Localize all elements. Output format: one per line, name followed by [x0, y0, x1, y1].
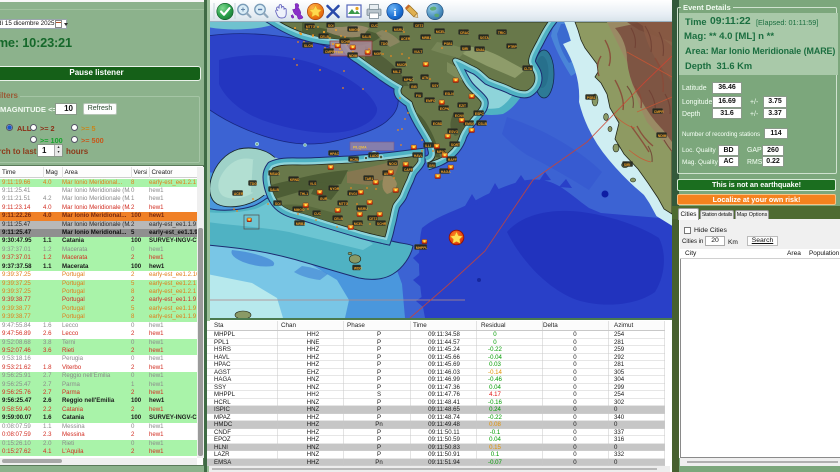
svg-text:MUCR: MUCR	[397, 63, 408, 67]
svg-text:HPAC: HPAC	[330, 152, 340, 156]
svg-text:CLTA: CLTA	[524, 67, 533, 71]
svg-text:NOCI: NOCI	[389, 162, 397, 166]
svg-text:TRIC: TRIC	[498, 31, 506, 35]
svg-text:i: i	[393, 7, 396, 19]
svg-text:EZIT: EZIT	[459, 104, 466, 108]
svg-text:EMFO: EMFO	[426, 99, 436, 103]
svg-text:CAFE: CAFE	[404, 168, 414, 172]
svg-text:ESLN: ESLN	[445, 92, 454, 96]
svg-text:ACER: ACER	[234, 192, 244, 196]
svg-text:SIRI: SIRI	[462, 47, 468, 51]
svg-text:TAR1: TAR1	[365, 177, 374, 181]
svg-text:CRAC: CRAC	[460, 31, 470, 35]
svg-text:LADO: LADO	[370, 154, 380, 158]
svg-text:CELB: CELB	[320, 35, 330, 39]
svg-text:HAGA: HAGA	[441, 170, 451, 174]
svg-text:MMGO: MMGO	[294, 208, 305, 212]
svg-text:SNAL: SNAL	[476, 48, 485, 52]
svg-text:MPNC: MPNC	[404, 78, 414, 82]
svg-text:CSLB: CSLB	[478, 122, 488, 126]
svg-text:ECPN: ECPN	[440, 107, 450, 111]
svg-text:ECNV: ECNV	[455, 114, 465, 118]
svg-text:SALB: SALB	[270, 188, 280, 192]
svg-text:CET2: CET2	[415, 24, 424, 28]
svg-text:CMPR: CMPR	[325, 50, 335, 54]
svg-text:TDG: TDG	[250, 182, 257, 186]
svg-text:TDG: TDG	[381, 42, 388, 46]
svg-text:MMGO: MMGO	[349, 28, 360, 32]
svg-text:ILLI: ILLI	[425, 144, 431, 148]
svg-text:SCHR: SCHR	[341, 40, 351, 44]
svg-text:RAFF: RAFF	[448, 158, 457, 162]
svg-text:MSAG: MSAG	[270, 172, 280, 176]
svg-text:THL1: THL1	[300, 192, 308, 196]
svg-text:SOI: SOI	[328, 24, 334, 28]
svg-text:SORT: SORT	[451, 143, 460, 147]
svg-text:NDIM: NDIM	[658, 134, 667, 138]
svg-text:MRB1: MRB1	[296, 222, 306, 226]
svg-text:CUC: CUC	[314, 212, 322, 216]
svg-text:ATN: ATN	[422, 76, 429, 80]
svg-text:ECBD: ECBD	[433, 122, 443, 126]
svg-text:SGTA: SGTA	[480, 36, 490, 40]
svg-text:NYDR: NYDR	[330, 187, 340, 191]
svg-text:FIU: FIU	[416, 94, 422, 98]
svg-text:CELB: CELB	[334, 217, 344, 221]
svg-text:EVGI: EVGI	[349, 192, 357, 196]
svg-text:MHPPL: MHPPL	[416, 246, 428, 250]
svg-text:WDD: WDD	[354, 266, 362, 270]
svg-text:ESVO: ESVO	[449, 130, 459, 134]
svg-text:PILQMA: PILQMA	[353, 146, 367, 150]
svg-text:GRI: GRI	[429, 164, 435, 168]
svg-text:MTTG: MTTG	[306, 25, 316, 29]
svg-text:VULT: VULT	[414, 50, 422, 54]
svg-text:SALB: SALB	[362, 35, 372, 39]
svg-text:KRND: KRND	[290, 178, 300, 182]
svg-text:MTTG: MTTG	[339, 202, 349, 206]
svg-text:GIB: GIB	[411, 85, 417, 89]
svg-text:NDIM: NDIM	[349, 54, 358, 58]
svg-text:EMSG: EMSG	[465, 122, 475, 126]
svg-text:SOI: SOI	[275, 202, 281, 206]
svg-text:MILZ: MILZ	[393, 70, 401, 74]
svg-text:SCHR: SCHR	[377, 222, 387, 226]
svg-text:CUC: CUC	[371, 24, 379, 28]
svg-text:GUR: GUR	[320, 197, 328, 201]
svg-text:CMPR: CMPR	[654, 110, 664, 114]
svg-text:ACER: ACER	[401, 37, 411, 41]
svg-text:HAVL: HAVL	[414, 154, 423, 158]
svg-text:VLS: VLS	[310, 182, 317, 186]
svg-text:PSB1: PSB1	[587, 96, 596, 100]
svg-text:SLCN: SLCN	[304, 44, 314, 48]
svg-text:MCEL: MCEL	[436, 30, 445, 34]
svg-text:SIRI: SIRI	[624, 163, 630, 167]
svg-text:PSB1: PSB1	[444, 42, 453, 46]
svg-text:ESPC: ESPC	[475, 112, 485, 116]
svg-text:MSRU: MSRU	[358, 207, 368, 211]
svg-text:MSRU: MSRU	[394, 28, 404, 32]
svg-text:PTRP: PTRP	[508, 45, 518, 49]
svg-text:MGR: MGR	[374, 52, 382, 56]
svg-text:HCRL: HCRL	[350, 158, 359, 162]
svg-text:SSY: SSY	[432, 84, 439, 88]
svg-text:MRB1: MRB1	[422, 36, 432, 40]
svg-text:MCEL: MCEL	[354, 222, 363, 226]
